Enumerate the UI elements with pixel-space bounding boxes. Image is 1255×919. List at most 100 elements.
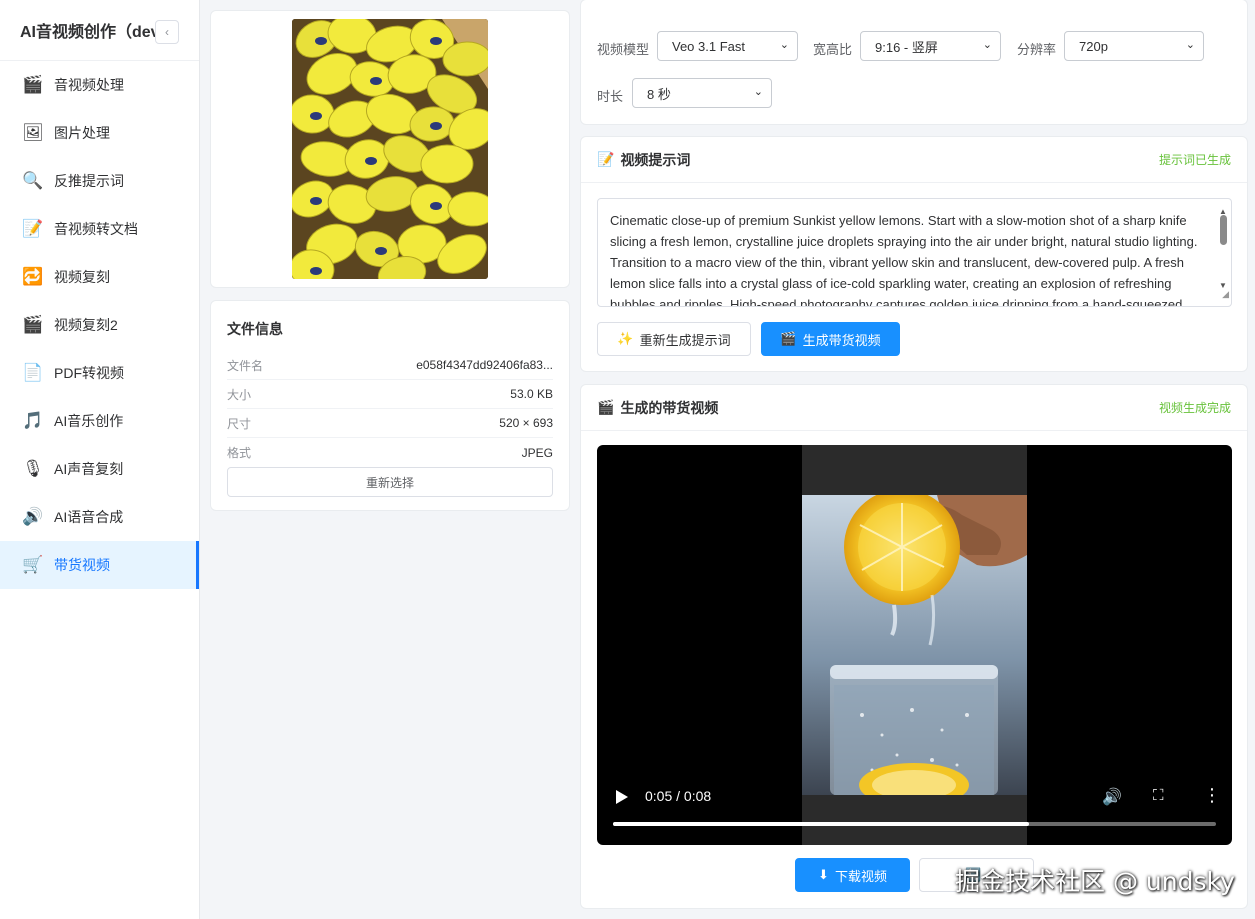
sidebar-item-video-remake[interactable]: 🔁 视频复刻 bbox=[0, 253, 199, 301]
clapperboard-icon: 🎬 bbox=[597, 399, 615, 415]
video-settings-card: 视频模型 Veo 3.1 Fast ⌄ 宽高比 9:16 - 竖屏 ⌄ 分辨率 … bbox=[580, 0, 1248, 125]
sidebar-item-label: 音视频处理 bbox=[54, 77, 124, 93]
fullscreen-icon[interactable]: ⛶ bbox=[1153, 787, 1164, 804]
video-prompt-card: 📝 视频提示词 提示词已生成 Cinematic close-up of pre… bbox=[580, 136, 1248, 372]
play-icon[interactable] bbox=[615, 789, 629, 805]
volume-icon[interactable]: 🔊 bbox=[1102, 787, 1122, 807]
sidebar-item-label: 图片处理 bbox=[54, 125, 110, 141]
sidebar-item-ai-tts[interactable]: 🔊 AI语音合成 bbox=[0, 493, 199, 541]
prompt-card-header: 📝 视频提示词 提示词已生成 bbox=[581, 137, 1247, 183]
collapse-sidebar-button[interactable]: ‹ bbox=[155, 20, 179, 44]
watermark: 掘金技术社区 @ undsky bbox=[955, 867, 1235, 896]
download-video-label: 下载视频 bbox=[834, 868, 887, 884]
duration-label: 时长 bbox=[597, 89, 624, 104]
video-time: 0:05 / 0:08 bbox=[645, 788, 712, 804]
chevron-left-icon: ‹ bbox=[165, 25, 169, 39]
sidebar-header: AI音视频创作（dev ‹ bbox=[0, 0, 199, 61]
file-size-value: 53.0 KB bbox=[510, 387, 553, 401]
sidebar-item-label: 视频复刻2 bbox=[54, 317, 118, 333]
memo-icon: 📝 bbox=[597, 151, 615, 167]
file-size-row: 大小 53.0 KB bbox=[227, 380, 553, 409]
model-label: 视频模型 bbox=[597, 42, 650, 57]
app-title: AI音视频创作（dev bbox=[20, 24, 160, 41]
file-dimensions-value: 520 × 693 bbox=[499, 416, 553, 430]
sidebar-item-label: AI声音复刻 bbox=[54, 461, 124, 477]
sidebar-item-reverse-prompt[interactable]: 🔍 反推提示词 bbox=[0, 157, 199, 205]
sidebar-item-label: AI音乐创作 bbox=[54, 413, 124, 429]
chevron-down-icon: ⌄ bbox=[1185, 39, 1195, 51]
more-options-icon[interactable]: ⋮ bbox=[1203, 785, 1221, 806]
video-card-header: 🎬 生成的带货视频 视频生成完成 bbox=[581, 385, 1247, 431]
prompt-card-title: 📝 视频提示词 bbox=[597, 150, 690, 170]
video-title-text: 生成的带货视频 bbox=[620, 399, 719, 416]
regenerate-prompt-label: 重新生成提示词 bbox=[639, 332, 731, 348]
video-progress-fill bbox=[613, 822, 1030, 826]
generated-video-card: 🎬 生成的带货视频 视频生成完成 0:05 / 0:08 🔊 ⛶ ⋮ ⬇ 下载视… bbox=[580, 384, 1248, 909]
ratio-select[interactable]: 9:16 - 竖屏 ⌄ bbox=[860, 31, 1001, 61]
chevron-down-icon: ⌄ bbox=[779, 39, 789, 51]
video-player[interactable]: 0:05 / 0:08 🔊 ⛶ ⋮ bbox=[597, 445, 1232, 845]
video-controls: 0:05 / 0:08 🔊 ⛶ ⋮ bbox=[597, 775, 1232, 845]
sidebar-item-av-to-doc[interactable]: 📝 音视频转文档 bbox=[0, 205, 199, 253]
scroll-thumb[interactable] bbox=[1220, 215, 1227, 245]
video-card-title: 🎬 生成的带货视频 bbox=[597, 398, 718, 418]
shopping-cart-icon: 🛒 bbox=[22, 555, 44, 574]
prompt-status-badge: 提示词已生成 bbox=[1158, 153, 1231, 167]
resolution-label: 分辨率 bbox=[1017, 42, 1057, 57]
download-video-button[interactable]: ⬇ 下载视频 bbox=[795, 858, 910, 892]
regenerate-prompt-button[interactable]: ✨ 重新生成提示词 bbox=[597, 322, 751, 356]
file-format-key: 格式 bbox=[227, 446, 252, 460]
model-select[interactable]: Veo 3.1 Fast ⌄ bbox=[657, 31, 798, 61]
file-dimensions-row: 尺寸 520 × 693 bbox=[227, 409, 553, 438]
reselect-button[interactable]: 重新选择 bbox=[227, 467, 553, 497]
video-progress-bar[interactable] bbox=[613, 822, 1216, 826]
sidebar-item-video-remake-2[interactable]: 🎬 视频复刻2 bbox=[0, 301, 199, 349]
sidebar-item-product-video[interactable]: 🛒 带货视频 bbox=[0, 541, 199, 589]
sidebar-item-label: AI语音合成 bbox=[54, 509, 124, 525]
sidebar-item-label: 反推提示词 bbox=[54, 173, 124, 189]
duration-select[interactable]: 8 秒 ⌄ bbox=[632, 78, 772, 108]
microphone-icon: 🎙 bbox=[22, 459, 44, 478]
page-icon: 📄 bbox=[22, 363, 44, 382]
prompt-textarea[interactable]: Cinematic close-up of premium Sunkist ye… bbox=[597, 198, 1232, 307]
magnifier-icon: 🔍 bbox=[22, 171, 44, 190]
file-name-row: 文件名 e058f4347dd92406fa83... bbox=[227, 351, 553, 380]
sidebar-item-pdf-to-video[interactable]: 📄 PDF转视频 bbox=[0, 349, 199, 397]
repeat-icon: 🔁 bbox=[22, 267, 44, 286]
file-info-card: 文件信息 文件名 e058f4347dd92406fa83... 大小 53.0… bbox=[210, 300, 570, 511]
sidebar-item-label: PDF转视频 bbox=[54, 365, 124, 381]
generate-video-label: 生成带货视频 bbox=[802, 332, 881, 348]
chevron-down-icon: ⌄ bbox=[982, 39, 992, 51]
sidebar-item-label: 音视频转文档 bbox=[54, 221, 138, 237]
sidebar-item-av-processing[interactable]: 🎬 音视频处理 bbox=[0, 61, 199, 109]
sidebar-item-label: 视频复刻 bbox=[54, 269, 110, 285]
sidebar: AI音视频创作（dev ‹ 🎬 音视频处理 🖼 图片处理 🔍 反推提示词 📝 音… bbox=[0, 0, 200, 919]
duration-select-value: 8 秒 bbox=[647, 86, 671, 102]
file-format-row: 格式 JPEG bbox=[227, 438, 553, 467]
file-name-value: e058f4347dd92406fa83... bbox=[416, 358, 553, 372]
uploaded-image-card bbox=[210, 10, 570, 288]
resolution-select-value: 720p bbox=[1079, 38, 1108, 54]
sidebar-menu: 🎬 音视频处理 🖼 图片处理 🔍 反推提示词 📝 音视频转文档 🔁 视频复刻 🎬… bbox=[0, 61, 199, 589]
sidebar-item-ai-music[interactable]: 🎵 AI音乐创作 bbox=[0, 397, 199, 445]
video-scene-lemon-squeeze bbox=[802, 495, 1027, 795]
prompt-title-text: 视频提示词 bbox=[620, 151, 691, 168]
prompt-text: Cinematic close-up of premium Sunkist ye… bbox=[610, 213, 1198, 307]
chevron-down-icon: ⌄ bbox=[753, 86, 763, 98]
sidebar-item-ai-voice-clone[interactable]: 🎙 AI声音复刻 bbox=[0, 445, 199, 493]
file-name-key: 文件名 bbox=[227, 358, 264, 373]
resolution-select[interactable]: 720p ⌄ bbox=[1064, 31, 1204, 61]
ratio-select-value: 9:16 - 竖屏 bbox=[875, 39, 938, 55]
file-size-key: 大小 bbox=[227, 387, 252, 402]
generate-video-button[interactable]: 🎬 生成带货视频 bbox=[761, 322, 900, 356]
sidebar-item-image-processing[interactable]: 🖼 图片处理 bbox=[0, 109, 199, 157]
picture-icon: 🖼 bbox=[22, 123, 44, 142]
sparkle-icon: ✨ bbox=[617, 331, 634, 346]
uploaded-lemon-image bbox=[292, 19, 488, 279]
file-format-value: JPEG bbox=[521, 445, 553, 460]
clapperboard-icon: 🎬 bbox=[780, 331, 797, 346]
model-select-value: Veo 3.1 Fast bbox=[672, 38, 745, 54]
resize-handle-icon[interactable]: ◢ bbox=[1222, 284, 1229, 305]
file-dimensions-key: 尺寸 bbox=[227, 416, 252, 431]
clapperboard-icon: 🎬 bbox=[22, 315, 44, 334]
